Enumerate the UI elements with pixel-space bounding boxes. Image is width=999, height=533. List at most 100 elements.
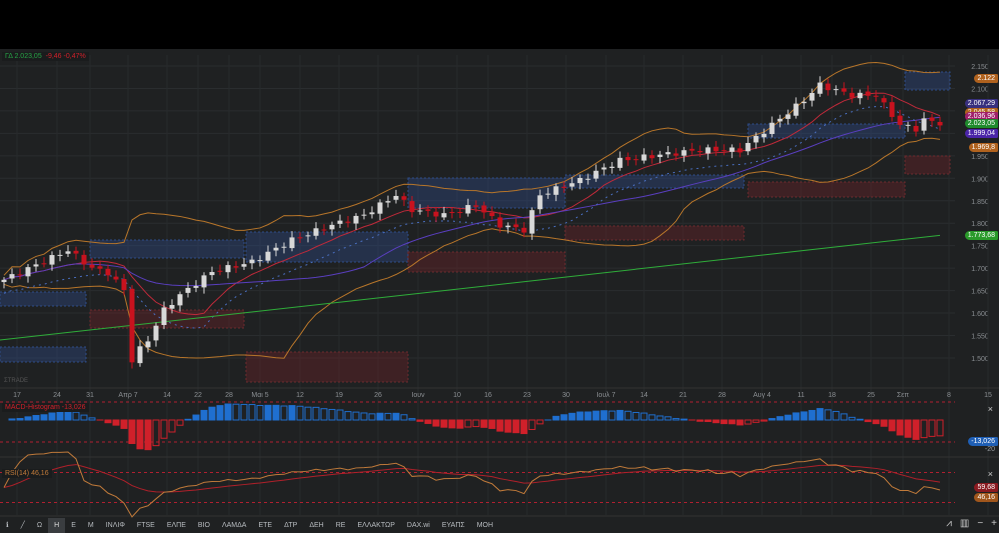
toolbar-symbol-7[interactable]: ΒΙΟ — [192, 518, 216, 533]
candle — [825, 83, 831, 91]
toolbar-symbol-2[interactable]: E — [65, 518, 82, 533]
rsi-close-icon[interactable]: × — [988, 469, 993, 479]
price-chart[interactable]: 2.1502.1002.0502.0001.9501.9001.8501.800… — [0, 0, 999, 533]
candle — [185, 287, 191, 293]
candle — [705, 147, 711, 154]
toolbar-symbol-5[interactable]: FTSE — [131, 518, 161, 533]
toolbar-symbol-0[interactable]: Ω — [31, 518, 48, 533]
demand-zone — [0, 291, 87, 307]
macd-histogram-bar — [16, 418, 24, 421]
candle — [921, 118, 927, 131]
macd-histogram-bar — [680, 418, 688, 421]
candle — [865, 91, 871, 96]
toolbar-symbol-8[interactable]: ΛΑΜΔΑ — [216, 518, 253, 533]
macd-histogram-bar — [8, 418, 16, 421]
macd-histogram-bar — [264, 404, 272, 421]
candle — [129, 288, 135, 363]
candle — [137, 346, 143, 364]
indicators-icon[interactable]: ▥ — [960, 518, 969, 529]
macd-histogram-bar — [192, 414, 200, 421]
macd-histogram-bar — [696, 419, 704, 422]
macd-histogram-bar — [496, 419, 504, 432]
macd-histogram-bar — [168, 419, 176, 433]
zoom-in-button[interactable]: + — [991, 518, 997, 529]
macd-histogram-bar — [200, 409, 208, 421]
toolbar-symbol-11[interactable]: ΔΕΗ — [303, 518, 329, 533]
candle — [377, 202, 383, 214]
macd-histogram-bar — [176, 419, 184, 426]
price-change: -9,46 — [45, 53, 62, 60]
macd-histogram-bar — [104, 419, 112, 424]
x-axis-label: 15 — [984, 392, 992, 399]
toolbar-symbol-10[interactable]: ΔΤΡ — [278, 518, 303, 533]
candle — [217, 270, 223, 272]
candle — [209, 272, 215, 276]
zoom-out-button[interactable]: − — [977, 518, 983, 529]
toolbar-symbol-15[interactable]: ΕΥΑΠΣ — [436, 518, 471, 533]
candle — [257, 260, 263, 262]
macd-histogram-bar — [712, 419, 720, 424]
candle — [313, 228, 319, 236]
macd-close-icon[interactable]: × — [988, 404, 993, 414]
price-axis-label: 1.550 — [971, 334, 989, 341]
macd-histogram-bar — [784, 414, 792, 421]
toolbar-symbol-13[interactable]: ΕΛΛΑΚΤΩΡ — [351, 518, 400, 533]
toolbar-symbol-9[interactable]: ΕΤΕ — [252, 518, 278, 533]
candle — [401, 196, 407, 200]
macd-histogram-bar — [240, 403, 248, 421]
macd-histogram-bar — [48, 412, 56, 421]
rsi-name: RSI(14) — [5, 470, 30, 477]
x-axis-label: 28 — [225, 392, 233, 399]
macd-name: MACD-Histogram — [5, 404, 60, 411]
candle — [481, 205, 487, 213]
macd-label: MACD-Histogram -13,026 — [2, 403, 89, 412]
x-axis-label: 14 — [163, 392, 171, 399]
x-axis-label: Απρ 7 — [118, 392, 137, 399]
toolbar-symbol-6[interactable]: ΕΛΠΕ — [161, 518, 192, 533]
macd-histogram-bar — [32, 415, 40, 421]
x-axis-label: Αυγ 4 — [753, 392, 771, 399]
candle — [393, 195, 399, 200]
macd-histogram-bar — [416, 419, 424, 422]
candle — [553, 186, 559, 195]
macd-histogram-bar — [800, 411, 808, 421]
macd-histogram-bar — [224, 403, 232, 421]
price-axis-label: 1.800 — [971, 221, 989, 228]
info-icon[interactable]: ℹ — [0, 518, 15, 533]
x-axis-label: 28 — [718, 392, 726, 399]
candle — [225, 265, 231, 273]
macd-histogram-bar — [280, 405, 288, 421]
macd-histogram-bar — [856, 418, 864, 421]
macd-histogram-bar — [776, 416, 784, 421]
toolbar-symbol-16[interactable]: ΜΟΗ — [471, 518, 499, 533]
candle — [49, 255, 55, 265]
chart-type-icon[interactable]: ⩘ — [946, 518, 952, 529]
toolbar-symbol-14[interactable]: DAX.wi — [401, 518, 436, 533]
draw-line-icon[interactable]: ╱ — [15, 518, 31, 533]
candle — [369, 212, 375, 215]
macd-histogram-bar — [128, 419, 136, 445]
candle — [321, 229, 327, 231]
macd-histogram-bar — [816, 408, 824, 421]
price-tag: 2.122 — [974, 74, 998, 84]
macd-histogram-bar — [400, 414, 408, 421]
macd-histogram-bar — [720, 419, 728, 425]
macd-histogram-bar — [656, 415, 664, 421]
candle — [169, 304, 175, 309]
macd-histogram-bar — [472, 419, 480, 428]
candle — [513, 224, 519, 228]
candle — [489, 212, 495, 217]
candle — [89, 264, 95, 268]
macd-histogram-bar — [576, 411, 584, 421]
toolbar-symbol-1[interactable]: H — [48, 518, 66, 533]
candle — [305, 235, 311, 237]
macd-histogram-bar — [912, 419, 920, 440]
macd-histogram-bar — [312, 406, 320, 421]
x-axis-label: 16 — [484, 392, 492, 399]
toolbar-symbol-3[interactable]: M — [82, 518, 100, 533]
toolbar-symbol-4[interactable]: ΙΝΛΙΦ — [100, 518, 131, 533]
candle — [241, 264, 247, 267]
toolbar-symbol-12[interactable]: RE — [330, 518, 352, 533]
candle — [601, 167, 607, 170]
candle — [161, 307, 167, 326]
